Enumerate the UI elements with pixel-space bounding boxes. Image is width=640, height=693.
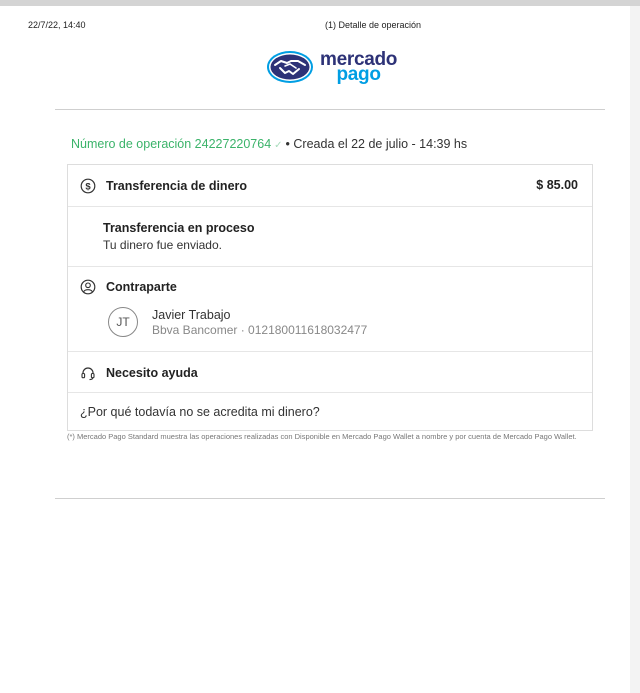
status-title: Transferencia en proceso	[103, 221, 255, 235]
scrollbar-track[interactable]	[630, 6, 640, 693]
footnote: (*) Mercado Pago Standard muestra las op…	[67, 432, 577, 441]
transfer-title: Transferencia de dinero	[106, 179, 248, 193]
counterpart-bank: Bbva Bancomer · 012180011618032477	[152, 323, 368, 337]
status-section: Transferencia en proceso Tu dinero fue e…	[68, 207, 592, 267]
divider-bottom	[55, 498, 605, 499]
check-icon: ✓	[274, 140, 283, 151]
browser-top-bar	[0, 0, 640, 6]
transfer-amount: $ 85.00	[536, 178, 578, 192]
counterpart-section: Contraparte	[68, 267, 592, 352]
operation-card: $ Transferencia de dinero $ 85.00 Transf…	[67, 164, 593, 431]
counterpart-name: Javier Trabajo	[152, 308, 231, 322]
divider-top	[55, 109, 605, 110]
transfer-section: $ Transferencia de dinero $ 85.00	[68, 165, 592, 207]
svg-text:$: $	[85, 182, 91, 193]
operation-number: Número de operación 24227220764	[71, 137, 272, 151]
faq-link[interactable]: ¿Por qué todavía no se acredita mi diner…	[80, 405, 320, 419]
transfer-title-row: $ Transferencia de dinero	[80, 178, 247, 194]
operation-created: • Creada el 22 de julio - 14:39 hs	[285, 137, 468, 151]
counterpart-title: Contraparte	[106, 280, 177, 294]
handshake-icon	[267, 51, 313, 83]
help-section: Necesito ayuda	[68, 351, 592, 393]
status-subtitle: Tu dinero fue enviado.	[103, 238, 222, 252]
operation-line: Número de operación 24227220764 ✓ • Creada…	[71, 137, 467, 151]
avatar: JT	[108, 307, 138, 337]
user-circle-icon	[80, 279, 96, 295]
help-title: Necesito ayuda	[106, 366, 198, 380]
logo-wordmark: mercado pago	[320, 50, 397, 84]
dollar-circle-icon: $	[80, 178, 96, 194]
print-title: (1) Detalle de operación	[324, 20, 422, 30]
headset-icon	[80, 365, 96, 381]
counterpart-title-row: Contraparte	[80, 279, 177, 295]
help-title-row: Necesito ayuda	[80, 365, 198, 381]
mercado-pago-logo: mercado pago	[266, 50, 397, 84]
